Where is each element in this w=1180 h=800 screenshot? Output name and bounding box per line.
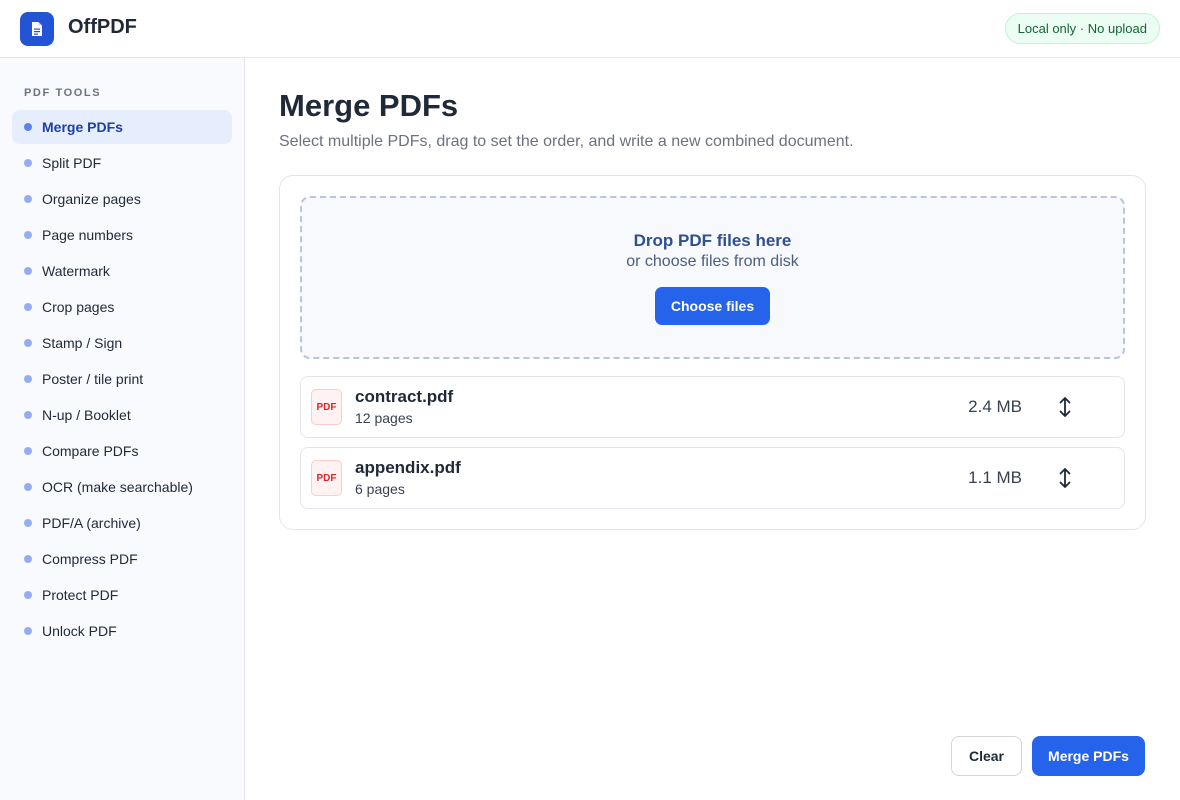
dropzone-subtitle: or choose files from disk [626,253,799,270]
sidebar-item-pdfa-archive[interactable]: PDF/A (archive) [12,506,232,540]
bullet-dot [24,483,32,491]
sidebar-item-label: Poster / tile print [42,371,144,387]
file-row[interactable]: PDF appendix.pdf 6 pages 1.1 MB [300,447,1125,509]
main-content: Merge PDFs Select multiple PDFs, drag to… [245,58,1180,800]
sidebar-item-split-pdf[interactable]: Split PDF [12,146,232,180]
sidebar-item-label: PDF/A (archive) [42,515,141,531]
sidebar-item-label: Crop pages [42,299,115,315]
bullet-dot [24,555,32,563]
sidebar-item-label: Organize pages [42,191,141,207]
file-size: 2.4 MB [968,397,1022,416]
dropzone-title: Drop PDF files here [633,231,792,250]
sidebar-list: Merge PDFs Split PDF Organize pages Page… [12,110,232,650]
sidebar-item-ocr[interactable]: OCR (make searchable) [12,470,232,504]
app-logo [20,12,54,46]
file-name: appendix.pdf [355,458,461,477]
bullet-dot [24,519,32,527]
bullet-dot [24,375,32,383]
file-size: 1.1 MB [968,468,1022,487]
page-subtitle: Select multiple PDFs, drag to set the or… [279,133,854,150]
sidebar-item-compress-pdf[interactable]: Compress PDF [12,542,232,576]
sidebar-item-label: N-up / Booklet [42,407,131,423]
reorder-handle-icon[interactable] [1055,396,1075,418]
file-row[interactable]: PDF contract.pdf 12 pages 2.4 MB [300,376,1125,438]
top-bar: OffPDF Local only · No upload [0,0,1180,58]
sidebar-item-page-numbers[interactable]: Page numbers [12,218,232,252]
bullet-dot [24,159,32,167]
reorder-handle-icon[interactable] [1055,467,1075,489]
file-name: contract.pdf [355,387,454,406]
bullet-dot [24,411,32,419]
sidebar-item-label: OCR (make searchable) [42,479,193,495]
sidebar: PDF TOOLS Merge PDFs Split PDF Organize … [0,58,245,800]
sidebar-item-label: Stamp / Sign [42,335,123,351]
bullet-dot [24,447,32,455]
sidebar-item-crop-pages[interactable]: Crop pages [12,290,232,324]
sidebar-item-watermark[interactable]: Watermark [12,254,232,288]
pdf-file-icon: PDF [311,460,342,496]
sidebar-item-label: Compare PDFs [42,443,139,459]
page-title: Merge PDFs [279,88,459,123]
app-title: OffPDF [68,16,137,38]
local-only-badge: Local only · No upload [1004,13,1160,44]
bullet-dot [24,195,32,203]
merge-card: Drop PDF files here or choose files from… [279,175,1146,530]
file-dropzone[interactable]: Drop PDF files here or choose files from… [300,196,1125,359]
bullet-dot [24,303,32,311]
sidebar-item-poster-tile-print[interactable]: Poster / tile print [12,362,232,396]
merge-pdfs-button[interactable]: Merge PDFs [1032,736,1145,776]
file-page-count: 12 pages [355,410,413,426]
sidebar-item-stamp-sign[interactable]: Stamp / Sign [12,326,232,360]
choose-files-button[interactable]: Choose files [655,287,770,325]
sidebar-item-compare-pdfs[interactable]: Compare PDFs [12,434,232,468]
sidebar-item-label: Compress PDF [42,551,138,567]
pdf-file-icon: PDF [311,389,342,425]
sidebar-item-merge-pdfs[interactable]: Merge PDFs [12,110,232,144]
sidebar-item-protect-pdf[interactable]: Protect PDF [12,578,232,612]
bullet-dot [24,591,32,599]
bullet-dot [24,627,32,635]
bullet-dot [24,123,32,131]
bullet-dot [24,339,32,347]
sidebar-item-label: Protect PDF [42,587,119,603]
sidebar-item-label: Page numbers [42,227,134,243]
clear-button[interactable]: Clear [951,736,1022,776]
sidebar-item-organize-pages[interactable]: Organize pages [12,182,232,216]
file-page-count: 6 pages [355,481,405,497]
sidebar-item-label: Split PDF [42,155,102,171]
sidebar-item-label: Merge PDFs [42,119,123,135]
sidebar-item-n-up-booklet[interactable]: N-up / Booklet [12,398,232,432]
sidebar-item-label: Unlock PDF [42,623,117,639]
bullet-dot [24,267,32,275]
sidebar-heading: PDF TOOLS [24,87,102,99]
sidebar-item-label: Watermark [42,263,110,279]
sidebar-item-unlock-pdf[interactable]: Unlock PDF [12,614,232,648]
bullet-dot [24,231,32,239]
document-icon [32,22,42,36]
